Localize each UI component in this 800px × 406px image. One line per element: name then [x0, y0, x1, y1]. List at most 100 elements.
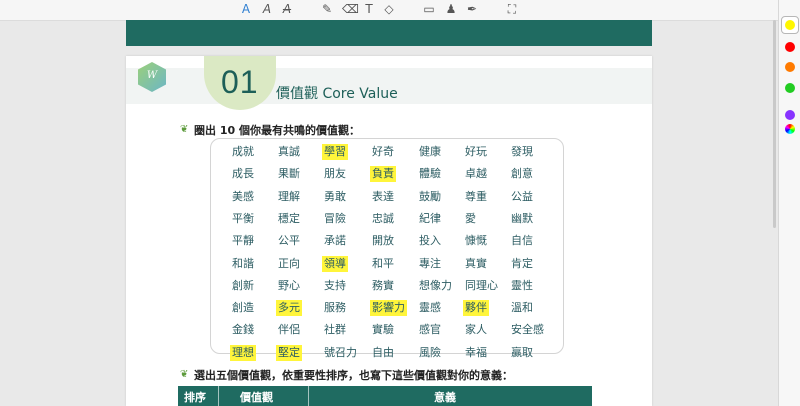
- value-word[interactable]: 好玩: [463, 144, 489, 160]
- color-swatch-red[interactable]: [785, 42, 795, 52]
- value-word[interactable]: 勇敢: [322, 189, 348, 205]
- value-word[interactable]: 夥伴: [463, 300, 489, 317]
- value-word[interactable]: 創意: [509, 166, 535, 182]
- value-word[interactable]: 領導: [322, 255, 348, 272]
- header-rank: 排序: [184, 391, 206, 404]
- value-word[interactable]: 真實: [463, 256, 489, 272]
- value-word[interactable]: 自由: [370, 345, 396, 361]
- text-strikethrough-icon[interactable]: A: [280, 2, 294, 16]
- fullscreen-icon[interactable]: ⛶: [505, 2, 519, 16]
- value-word[interactable]: 靈感: [417, 300, 443, 316]
- value-word[interactable]: 家人: [463, 322, 489, 338]
- value-word[interactable]: 號召力: [322, 345, 359, 361]
- value-word[interactable]: 公平: [276, 233, 302, 249]
- value-word[interactable]: 肯定: [509, 256, 535, 272]
- value-word[interactable]: 尊重: [463, 189, 489, 205]
- value-word[interactable]: 穩定: [276, 211, 302, 227]
- value-word[interactable]: 平靜: [230, 233, 256, 249]
- value-word[interactable]: 果斷: [276, 166, 302, 182]
- value-word[interactable]: 體驗: [417, 166, 443, 182]
- value-word[interactable]: 朋友: [322, 166, 348, 182]
- value-word[interactable]: 美感: [230, 189, 256, 205]
- value-word[interactable]: 卓越: [463, 166, 489, 182]
- value-word[interactable]: 堅定: [276, 344, 302, 361]
- value-word[interactable]: 同理心: [463, 278, 500, 294]
- color-swatch-orange[interactable]: [785, 62, 795, 72]
- value-word[interactable]: 服務: [322, 300, 348, 316]
- value-word[interactable]: 冒險: [322, 211, 348, 227]
- text-color-icon[interactable]: A: [260, 2, 274, 16]
- value-word[interactable]: 風險: [417, 345, 443, 361]
- value-word[interactable]: 社群: [322, 322, 348, 338]
- value-word[interactable]: 好奇: [370, 144, 396, 160]
- value-word[interactable]: 理想: [230, 344, 256, 361]
- value-word[interactable]: 平衡: [230, 211, 256, 227]
- value-word[interactable]: 和諧: [230, 256, 256, 272]
- value-word[interactable]: 影響力: [370, 300, 407, 317]
- value-word[interactable]: 金錢: [230, 322, 256, 338]
- value-word[interactable]: 成就: [230, 144, 256, 160]
- value-word[interactable]: 靈性: [509, 278, 535, 294]
- value-word[interactable]: 正向: [276, 256, 302, 272]
- value-word[interactable]: 幸福: [463, 345, 489, 361]
- instruction-circle-values: 圈出 10 個你最有共鳴的價值觀：: [194, 124, 360, 137]
- value-word[interactable]: 承諾: [322, 233, 348, 249]
- color-wheel-icon[interactable]: [785, 124, 795, 134]
- leaf-bullet-icon: ❦: [180, 369, 189, 380]
- color-swatch-purple[interactable]: [785, 110, 795, 120]
- value-word[interactable]: 學習: [322, 144, 348, 160]
- value-word[interactable]: 實驗: [370, 322, 396, 338]
- value-word[interactable]: 安全感: [509, 322, 546, 338]
- header-divider: [308, 386, 309, 406]
- document-viewer[interactable]: W 01 價值觀 Core Value ❦ 圈出 10 個你最有共鳴的價值觀： …: [0, 20, 778, 406]
- value-word[interactable]: 野心: [276, 278, 302, 294]
- value-word[interactable]: 溫和: [509, 300, 535, 316]
- previous-page: [126, 20, 652, 46]
- value-word[interactable]: 贏取: [509, 345, 535, 361]
- stamp-icon[interactable]: ♟: [444, 2, 458, 16]
- value-word[interactable]: 開放: [370, 233, 396, 249]
- value-word[interactable]: 支持: [322, 278, 348, 294]
- value-word[interactable]: 投入: [417, 233, 443, 249]
- value-word[interactable]: 感官: [417, 322, 443, 338]
- value-word[interactable]: 表達: [370, 189, 396, 205]
- value-word[interactable]: 慷慨: [463, 233, 489, 249]
- header-value: 價值觀: [240, 391, 273, 404]
- header-divider: [218, 386, 219, 406]
- value-word[interactable]: 理解: [276, 189, 302, 205]
- shape-icon[interactable]: ◇: [382, 2, 396, 16]
- logo-letter: W: [146, 70, 158, 81]
- pen-icon[interactable]: ✎: [320, 2, 334, 16]
- value-word[interactable]: 公益: [509, 189, 535, 205]
- eraser-icon[interactable]: ⌫: [342, 2, 359, 16]
- section-title: 價值觀 Core Value: [276, 86, 398, 102]
- value-word[interactable]: 伴侶: [276, 322, 302, 338]
- value-word[interactable]: 發現: [509, 144, 535, 160]
- value-word[interactable]: 創新: [230, 278, 256, 294]
- value-word[interactable]: 自信: [509, 233, 535, 249]
- value-word[interactable]: 和平: [370, 256, 396, 272]
- value-word[interactable]: 負責: [370, 166, 396, 183]
- signature-icon[interactable]: ✒: [465, 2, 479, 16]
- text-highlight-icon[interactable]: A: [239, 2, 253, 16]
- value-word[interactable]: 想像力: [417, 278, 454, 294]
- value-word[interactable]: 忠誠: [370, 211, 396, 227]
- value-word[interactable]: 成長: [230, 166, 256, 182]
- text-tool-icon[interactable]: T: [362, 2, 376, 16]
- selected-color-swatch[interactable]: [781, 16, 799, 34]
- value-word[interactable]: 專注: [417, 256, 443, 272]
- value-word[interactable]: 創造: [230, 300, 256, 316]
- color-palette-panel: [778, 0, 800, 406]
- ranking-table-header: 排序 價值觀 意義: [178, 386, 592, 406]
- value-word[interactable]: 愛: [463, 211, 478, 227]
- value-word[interactable]: 幽默: [509, 211, 535, 227]
- value-word[interactable]: 多元: [276, 300, 302, 317]
- value-word[interactable]: 真誠: [276, 144, 302, 160]
- color-swatch-green[interactable]: [785, 83, 795, 93]
- value-word[interactable]: 紀律: [417, 211, 443, 227]
- comment-icon[interactable]: ▭: [422, 2, 436, 16]
- value-word[interactable]: 健康: [417, 144, 443, 160]
- vertical-scrollbar[interactable]: [773, 20, 776, 228]
- value-word[interactable]: 務實: [370, 278, 396, 294]
- value-word[interactable]: 鼓勵: [417, 189, 443, 205]
